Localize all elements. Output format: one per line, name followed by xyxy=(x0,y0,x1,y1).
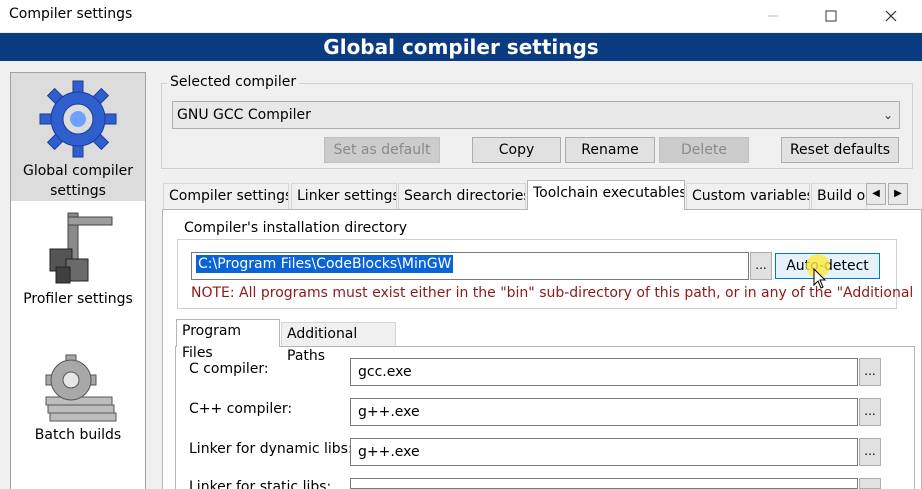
install-dir-note: NOTE: All programs must exist either in … xyxy=(191,285,914,301)
selected-compiler-label: Selected compiler xyxy=(167,74,300,90)
cpp-compiler-label: C++ compiler: xyxy=(189,401,293,417)
c-compiler-browse-button[interactable]: ... xyxy=(859,358,881,386)
sidebar: Global compiler settings Profiler settin… xyxy=(10,72,146,489)
copy-button[interactable]: Copy xyxy=(472,137,561,163)
tab-program-files[interactable]: Program Files xyxy=(176,319,280,361)
delete-button[interactable]: Delete xyxy=(659,137,749,163)
static-linker-label: Linker for static libs: xyxy=(189,479,332,489)
page-banner: Global compiler settings xyxy=(0,33,922,61)
compiler-select-value: GNU GCC Compiler xyxy=(177,107,311,123)
install-dir-label: Compiler's installation directory xyxy=(181,220,410,236)
close-icon xyxy=(885,10,897,22)
tab-scroll-left-icon[interactable]: ◀ xyxy=(866,183,886,205)
close-button[interactable] xyxy=(868,0,914,32)
tab-scroll-right-icon[interactable]: ▶ xyxy=(888,183,908,205)
sidebar-item-profiler-settings[interactable]: Profiler settings xyxy=(11,207,145,317)
tab-build-options[interactable]: Build o xyxy=(811,183,867,209)
browse-button[interactable]: ... xyxy=(750,252,772,280)
tab-additional-paths[interactable]: Additional Paths xyxy=(281,322,396,364)
compiler-select[interactable]: GNU GCC Compiler ⌄ xyxy=(172,101,900,129)
sidebar-item-global-compiler-settings[interactable]: Global compiler settings xyxy=(11,73,145,201)
tab-toolchain-executables[interactable]: Toolchain executables xyxy=(527,180,685,210)
minimize-icon xyxy=(768,15,778,17)
dynamic-linker-label: Linker for dynamic libs: xyxy=(189,441,353,457)
tab-custom-variables[interactable]: Custom variables xyxy=(686,183,810,209)
batch-gear-icon xyxy=(45,354,117,422)
gear-icon xyxy=(39,80,117,158)
reset-defaults-button[interactable]: Reset defaults xyxy=(781,137,899,163)
dynamic-linker-input[interactable]: g++.exe xyxy=(350,438,858,466)
c-compiler-label: C compiler: xyxy=(189,361,269,377)
sidebar-item-label: Global compiler settings xyxy=(22,163,134,199)
set-as-default-button[interactable]: Set as default xyxy=(324,137,440,163)
c-compiler-input[interactable]: gcc.exe xyxy=(350,358,858,386)
caliper-icon xyxy=(49,212,113,284)
static-linker-browse-button[interactable] xyxy=(859,478,881,489)
minimize-button[interactable] xyxy=(750,0,796,32)
maximize-button[interactable] xyxy=(808,0,854,32)
cpp-compiler-input[interactable]: g++.exe xyxy=(350,398,858,426)
chevron-down-icon: ⌄ xyxy=(882,108,893,122)
install-dir-value: C:\Program Files\CodeBlocks\MinGW xyxy=(196,255,454,273)
tab-linker-settings[interactable]: Linker settings xyxy=(291,183,397,209)
sidebar-item-label: Batch builds xyxy=(34,427,122,443)
window-title: Compiler settings xyxy=(9,6,133,22)
title-bar: Compiler settings xyxy=(0,0,922,32)
sidebar-item-batch-builds[interactable]: Batch builds xyxy=(11,353,145,453)
maximize-icon xyxy=(825,10,837,22)
rename-button[interactable]: Rename xyxy=(565,137,655,163)
tab-search-directories[interactable]: Search directories xyxy=(398,183,526,209)
cpp-compiler-browse-button[interactable]: ... xyxy=(859,398,881,426)
tab-compiler-settings[interactable]: Compiler settings xyxy=(163,183,289,209)
sidebar-item-label: Profiler settings xyxy=(23,291,133,307)
dynamic-linker-browse-button[interactable]: ... xyxy=(859,438,881,466)
install-dir-input[interactable]: C:\Program Files\CodeBlocks\MinGW xyxy=(191,252,749,280)
static-linker-input[interactable] xyxy=(350,478,858,489)
